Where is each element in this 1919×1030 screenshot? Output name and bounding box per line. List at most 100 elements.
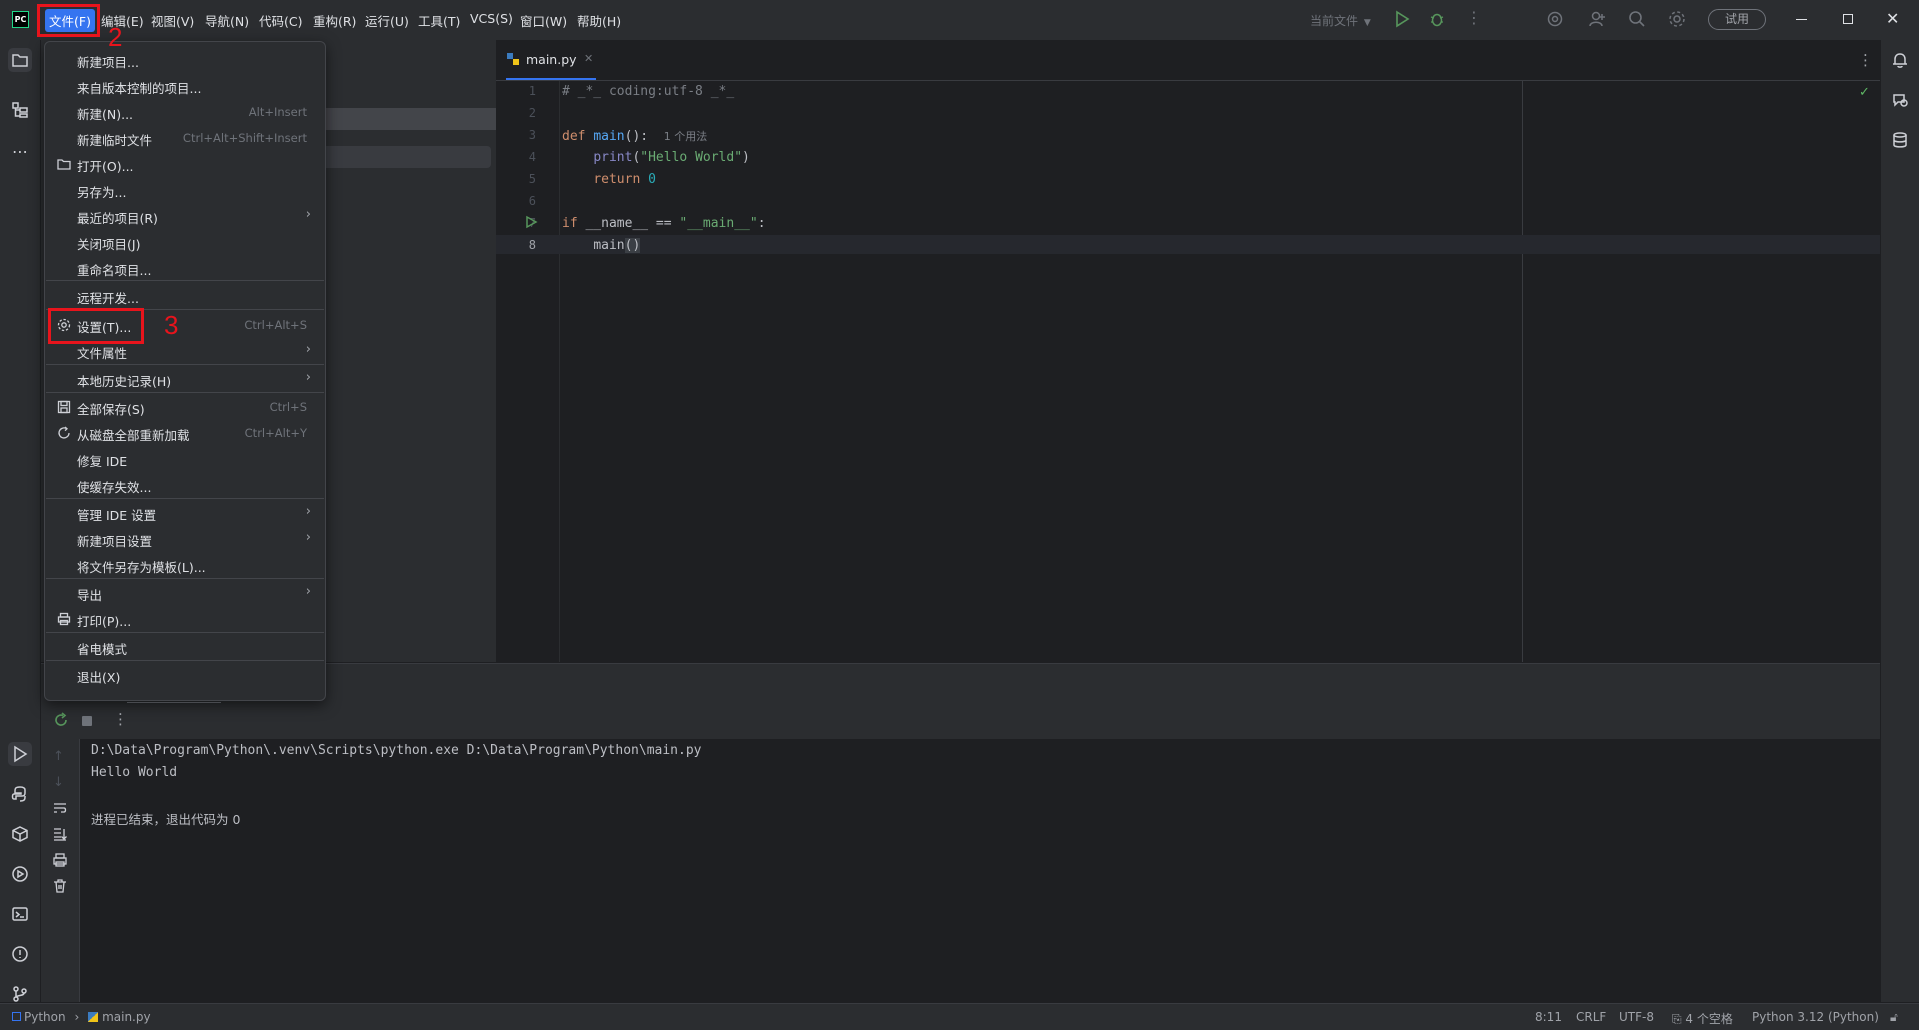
editor-tabs-menu-icon[interactable]: ⋮: [1858, 51, 1873, 69]
notifications-bell-icon[interactable]: [1888, 48, 1912, 72]
menu-8[interactable]: VCS(S): [470, 11, 513, 26]
right-tool-strip: [1880, 40, 1919, 1002]
restore-icon[interactable]: [1843, 14, 1853, 24]
file-menu-item-16[interactable]: 使缓存失效...: [45, 473, 325, 497]
folder-icon: [57, 157, 71, 171]
menu-item-shortcut: Ctrl+Alt+S: [244, 318, 307, 332]
menu-10[interactable]: 帮助(H): [577, 11, 621, 30]
search-icon[interactable]: [1628, 10, 1646, 31]
code-with-me-icon[interactable]: [1588, 10, 1606, 31]
run-tool-icon[interactable]: [8, 742, 32, 766]
file-menu-item-6[interactable]: 最近的项目(R) ›: [45, 204, 325, 228]
print-output-icon[interactable]: [52, 852, 68, 871]
line-number: 2: [528, 106, 536, 120]
caret-position[interactable]: 8:11: [1535, 1010, 1562, 1024]
indent-setting[interactable]: ⎘ 4 个空格: [1672, 1010, 1733, 1027]
inspection-ok-icon[interactable]: ✓: [1859, 85, 1870, 100]
ai-assistant-icon[interactable]: [1546, 10, 1564, 31]
python-interpreter[interactable]: Python 3.12 (Python): [1752, 1010, 1879, 1024]
print-icon: [57, 612, 71, 626]
database-icon[interactable]: [1888, 128, 1912, 152]
trial-button[interactable]: 试用: [1708, 9, 1766, 30]
scroll-to-end-icon[interactable]: [52, 826, 68, 845]
submenu-chevron-icon: ›: [305, 370, 311, 385]
file-menu-item-4[interactable]: 打开(O)...: [45, 152, 325, 176]
run-gutter-icon[interactable]: [524, 215, 538, 232]
close-tab-icon[interactable]: ✕: [584, 52, 593, 65]
services-icon[interactable]: [8, 862, 32, 886]
menu-2[interactable]: 视图(V): [151, 11, 194, 30]
file-menu-item-17[interactable]: 管理 IDE 设置 ›: [45, 501, 325, 525]
file-menu-item-19[interactable]: 将文件另存为模板(L)...: [45, 553, 325, 577]
project-tree-selected-row[interactable]: [324, 108, 496, 130]
terminal-icon[interactable]: [8, 902, 32, 926]
code-editor[interactable]: ✓ 1 2 3 4 5 6 7 8 # _*_ coding:utf-8 _*_…: [496, 81, 1880, 662]
file-menu-item-7[interactable]: 关闭项目(J): [45, 230, 325, 254]
breadcrumb: Python › main.py: [12, 1010, 151, 1024]
menu-item-label: 远程开发...: [77, 291, 139, 306]
code-text: __name__ ==: [585, 216, 680, 231]
menu-4[interactable]: 代码(C): [259, 11, 302, 30]
usage-hint[interactable]: 1 个用法: [664, 130, 708, 143]
debug-icon[interactable]: [1428, 10, 1446, 31]
stop-icon[interactable]: [82, 716, 92, 726]
breadcrumb-file[interactable]: main.py: [102, 1010, 151, 1024]
clear-all-trash-icon[interactable]: [52, 878, 68, 897]
menu-3[interactable]: 导航(N): [205, 11, 249, 30]
file-menu-item-3[interactable]: 新建临时文件 Ctrl+Alt+Shift+Insert: [45, 126, 325, 150]
python-console-icon[interactable]: [8, 782, 32, 806]
file-menu-item-23[interactable]: 退出(X): [45, 663, 325, 687]
run-more-icon[interactable]: ⋮: [113, 710, 128, 728]
settings-gear-icon[interactable]: [1668, 10, 1686, 31]
python-packages-icon[interactable]: [8, 822, 32, 846]
file-menu-item-2[interactable]: 新建(N)... Alt+Insert: [45, 100, 325, 124]
code-line-3: def main(): 1 个用法: [562, 128, 707, 144]
file-menu-item-12[interactable]: 本地历史记录(H) ›: [45, 367, 325, 391]
tab-main-py[interactable]: main.py ✕: [506, 40, 596, 80]
minimize-icon[interactable]: [1796, 19, 1807, 20]
soft-wrap-icon[interactable]: [52, 800, 68, 819]
file-menu-item-15[interactable]: 修复 IDE: [45, 447, 325, 471]
menu-9[interactable]: 窗口(W): [520, 11, 567, 30]
problems-icon[interactable]: [8, 942, 32, 966]
ai-chat-icon[interactable]: [1888, 88, 1912, 112]
menu-separator: [46, 364, 324, 365]
run-config-dropdown[interactable]: 当前文件 ▼: [1310, 12, 1371, 29]
pycharm-logo-icon[interactable]: PC: [12, 11, 29, 28]
menu-item-label: 管理 IDE 设置: [77, 508, 157, 523]
more-tools-icon[interactable]: ⋯: [8, 139, 32, 163]
close-window-icon[interactable]: ✕: [1886, 9, 1899, 28]
file-menu-item-5[interactable]: 另存为...: [45, 178, 325, 202]
tab-label: main.py: [526, 52, 577, 67]
scroll-up-icon[interactable]: ↑: [53, 749, 64, 764]
line-separator[interactable]: CRLF: [1576, 1010, 1606, 1024]
right-margin-guide: [1522, 81, 1523, 662]
menu-5[interactable]: 重构(R): [313, 11, 356, 30]
file-menu-item-18[interactable]: 新建项目设置 ›: [45, 527, 325, 551]
menu-6[interactable]: 运行(U): [365, 11, 409, 30]
file-menu-item-13[interactable]: 全部保存(S) Ctrl+S: [45, 395, 325, 419]
menu-item-label: 新建(N)...: [77, 107, 134, 122]
scroll-down-icon[interactable]: ↓: [53, 775, 64, 790]
menu-7[interactable]: 工具(T): [418, 11, 460, 30]
breadcrumb-project[interactable]: Python: [24, 1010, 66, 1024]
file-menu-item-21[interactable]: 打印(P)...: [45, 607, 325, 631]
file-menu-item-8[interactable]: 重命名项目...: [45, 256, 325, 280]
project-folder-icon[interactable]: [8, 48, 32, 72]
menu-separator: [46, 632, 324, 633]
structure-icon[interactable]: [8, 98, 32, 122]
file-encoding[interactable]: UTF-8: [1619, 1010, 1654, 1024]
file-menu-item-14[interactable]: 从磁盘全部重新加载 Ctrl+Alt+Y: [45, 421, 325, 445]
submenu-chevron-icon: ›: [305, 207, 311, 222]
run-icon[interactable]: [1394, 10, 1410, 31]
rerun-icon[interactable]: [53, 712, 69, 731]
file-menu-item-1[interactable]: 来自版本控制的项目...: [45, 74, 325, 98]
file-menu-item-20[interactable]: 导出 ›: [45, 581, 325, 605]
file-menu-item-0[interactable]: 新建项目...: [45, 48, 325, 72]
more-actions-icon[interactable]: ⋮: [1466, 8, 1482, 27]
file-menu-item-22[interactable]: 省电模式: [45, 635, 325, 659]
menu-item-label: 新建临时文件: [77, 133, 153, 148]
lock-icon[interactable]: 🔓︎: [1890, 1010, 1898, 1025]
run-console-output[interactable]: D:\Data\Program\Python\.venv\Scripts\pyt…: [80, 739, 1880, 1002]
file-menu-item-9[interactable]: 远程开发...: [45, 284, 325, 308]
